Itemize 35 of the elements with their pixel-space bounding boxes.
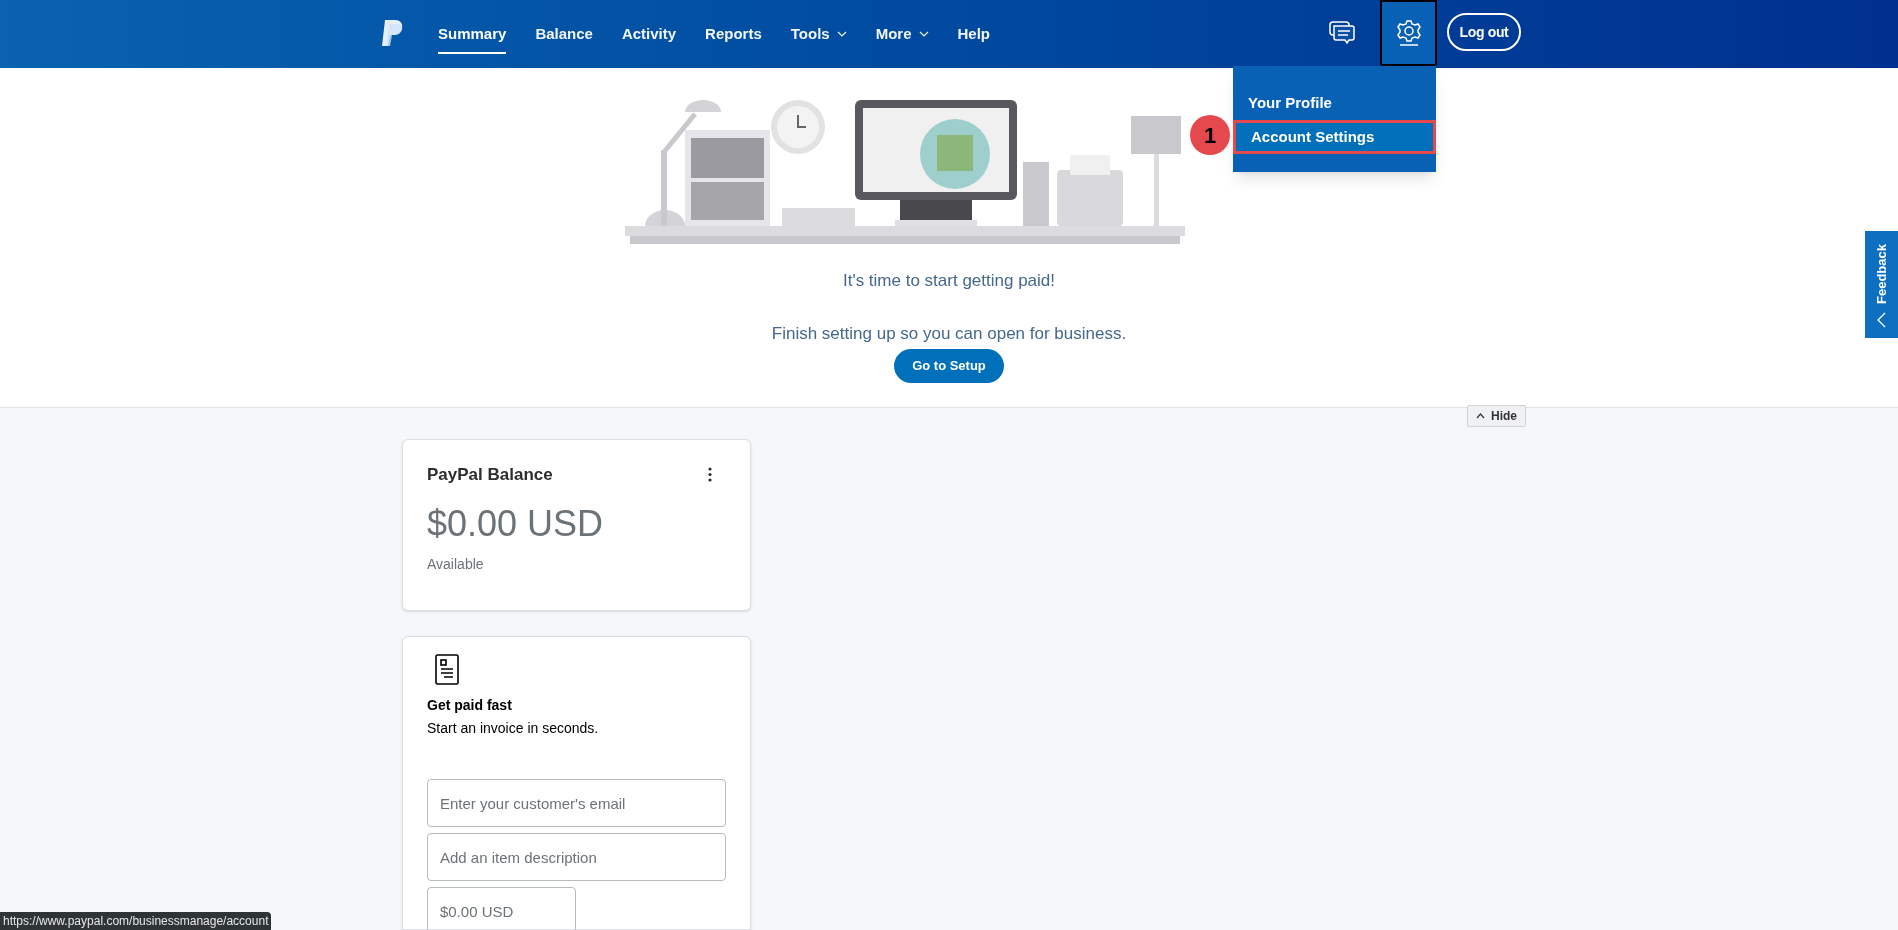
input-field[interactable]: $0.00 USD (427, 887, 576, 930)
card-title: Get paid fast (427, 696, 513, 715)
card-title: PayPal Balance (427, 464, 553, 486)
balance-amount: $0.00 USD (427, 501, 605, 546)
nav-link[interactable]: Reports (705, 0, 762, 68)
more-options-icon[interactable] (708, 467, 712, 482)
chevron-down-icon (918, 31, 929, 37)
input-field[interactable]: Enter your customer's email (427, 779, 726, 827)
nav-link[interactable]: Summary (438, 0, 507, 68)
chevron-left-icon (1877, 312, 1886, 328)
banner-headline: It's time to start getting paid! (842, 270, 1056, 292)
nav-link[interactable]: Tools (790, 0, 847, 68)
nav-link[interactable]: Activity (621, 0, 677, 68)
balance-caption: Available (427, 554, 485, 574)
menu-item[interactable]: Account Settings (1233, 120, 1436, 154)
feedback-label: Feedback (1872, 244, 1890, 304)
nav-link[interactable]: Balance (535, 0, 593, 68)
input-field[interactable]: Add an item description (427, 833, 726, 881)
chat-icon[interactable] (1329, 21, 1355, 45)
nav-link[interactable]: Help (957, 0, 991, 68)
nav-link[interactable]: More (875, 0, 929, 68)
logo-icon[interactable] (381, 19, 405, 47)
banner-message: Finish setting up so you can open for business. (771, 322, 1127, 345)
status-url: https://www.paypal.com/businessmanage/account (0, 912, 272, 930)
feedback-tab[interactable]: Feedback (1865, 231, 1898, 338)
chevron-down-icon (836, 31, 847, 37)
card-subtitle: Start an invoice in seconds. (427, 719, 600, 738)
settings-icon (1395, 19, 1422, 47)
settings-button[interactable] (1380, 0, 1437, 66)
logout-button[interactable]: Log out (1447, 13, 1521, 51)
invoice-icon (435, 654, 459, 685)
menu-item[interactable]: Your Profile (1233, 86, 1436, 120)
go-to-setup-button[interactable]: Go to Setup (894, 349, 1004, 383)
chevron-up-icon (1476, 413, 1485, 419)
hide-button[interactable]: Hide (1467, 405, 1526, 427)
